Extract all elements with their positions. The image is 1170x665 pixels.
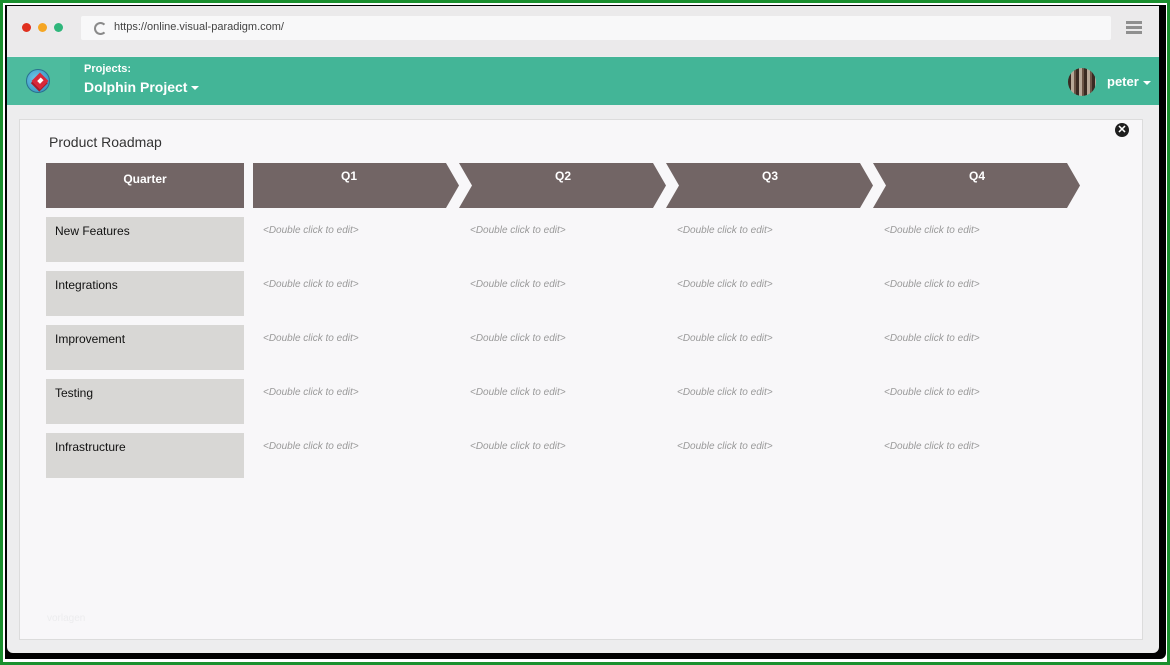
row-label-text: Infrastructure bbox=[55, 440, 126, 454]
roadmap-cell-q2[interactable]: <Double click to edit> bbox=[470, 441, 566, 452]
roadmap-cell-q4[interactable]: <Double click to edit> bbox=[884, 441, 980, 452]
roadmap-cell-q2[interactable]: <Double click to edit> bbox=[470, 279, 566, 290]
roadmap-cell-q4[interactable]: <Double click to edit> bbox=[884, 279, 980, 290]
roadmap-cell-q3[interactable]: <Double click to edit> bbox=[677, 333, 773, 344]
roadmap-cell-q3[interactable]: <Double click to edit> bbox=[677, 387, 773, 398]
row-label-text: Integrations bbox=[55, 278, 118, 292]
roadmap-cell-q3[interactable]: <Double click to edit> bbox=[677, 225, 773, 236]
roadmap-cell-q3[interactable]: <Double click to edit> bbox=[677, 279, 773, 290]
row-label[interactable]: Infrastructure bbox=[46, 433, 244, 478]
quarter-label-q2: Q2 bbox=[554, 169, 571, 183]
roadmap-cell-q3[interactable]: <Double click to edit> bbox=[677, 441, 773, 452]
roadmap-cell-q1[interactable]: <Double click to edit> bbox=[263, 441, 359, 452]
quarter-label-q3: Q3 bbox=[761, 169, 778, 183]
roadmap-cell-q2[interactable]: <Double click to edit> bbox=[470, 333, 566, 344]
roadmap-cell-q4[interactable]: <Double click to edit> bbox=[884, 333, 980, 344]
quarter-label-q1: Q1 bbox=[340, 169, 357, 183]
row-label[interactable]: New Features bbox=[46, 217, 244, 262]
roadmap-cell-q1[interactable]: <Double click to edit> bbox=[263, 333, 359, 344]
roadmap-cell-q2[interactable]: <Double click to edit> bbox=[470, 387, 566, 398]
row-label[interactable]: Testing bbox=[46, 379, 244, 424]
roadmap-cell-q4[interactable]: <Double click to edit> bbox=[884, 387, 980, 398]
roadmap-cell-q4[interactable]: <Double click to edit> bbox=[884, 225, 980, 236]
row-label[interactable]: Integrations bbox=[46, 271, 244, 316]
browser-window: https://online.visual-paradigm.com/ Proj… bbox=[7, 6, 1159, 653]
roadmap-cell-q1[interactable]: <Double click to edit> bbox=[263, 387, 359, 398]
row-label-text: Improvement bbox=[55, 332, 126, 346]
row-label-text: New Features bbox=[55, 224, 130, 238]
row-label[interactable]: Improvement bbox=[46, 325, 244, 370]
watermark: vorlagen bbox=[47, 613, 86, 624]
roadmap-cell-q1[interactable]: <Double click to edit> bbox=[263, 279, 359, 290]
quarter-label-q4: Q4 bbox=[968, 169, 985, 183]
row-label-text: Testing bbox=[55, 386, 94, 400]
roadmap-cell-q1[interactable]: <Double click to edit> bbox=[263, 225, 359, 236]
roadmap-cell-q2[interactable]: <Double click to edit> bbox=[470, 225, 566, 236]
